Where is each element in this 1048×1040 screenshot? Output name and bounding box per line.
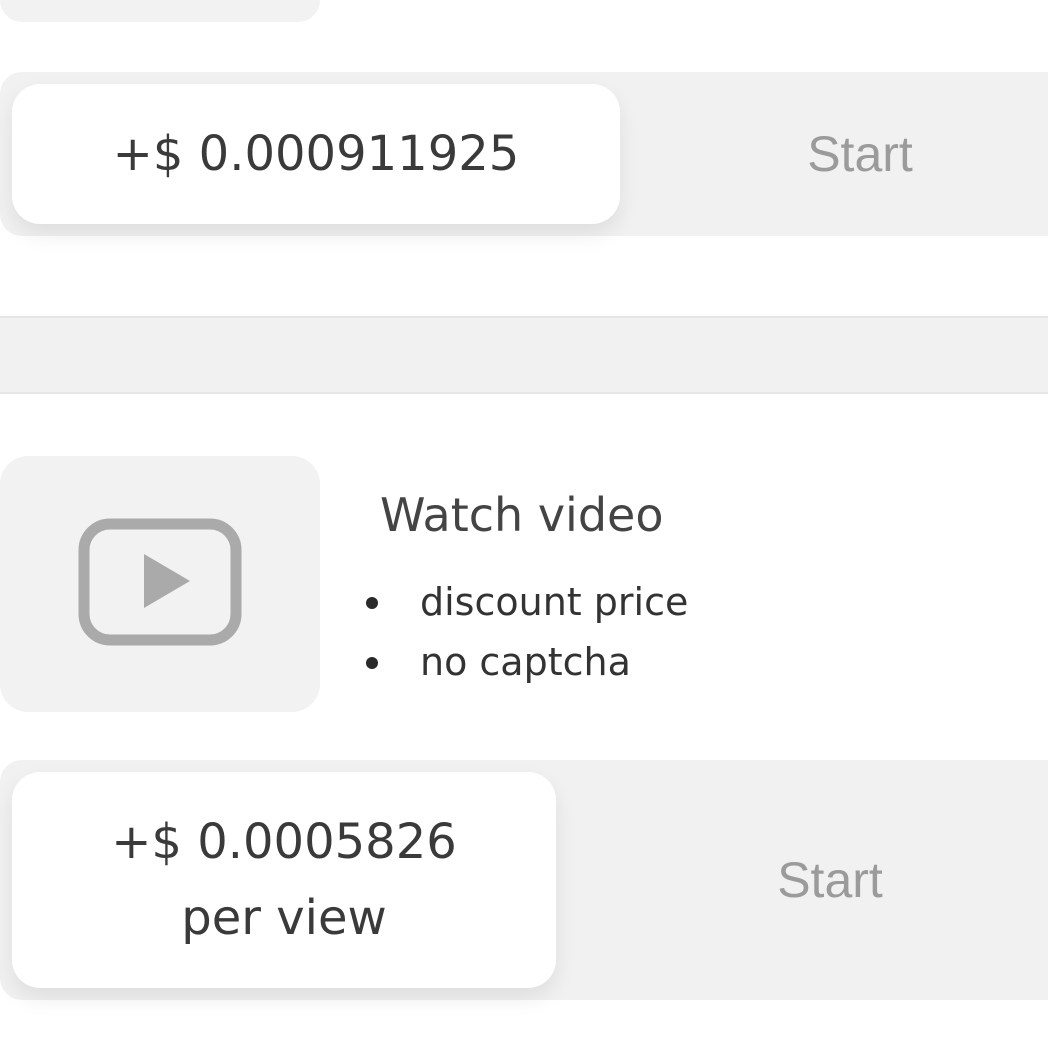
reward-amount: +$ 0.0005826 — [111, 814, 457, 870]
play-video-icon — [78, 518, 242, 646]
bullet-icon — [366, 597, 378, 609]
task-action-bar: +$ 0.0005826 per view Start — [0, 760, 1048, 1000]
previous-task-card-edge — [0, 0, 320, 22]
list-item: no captcha — [356, 632, 688, 692]
tasks-page: +$ 0.000911925 Start Watch video discoun… — [0, 0, 1048, 1040]
start-button-label: Start — [777, 852, 883, 908]
section-divider — [0, 316, 1048, 394]
reward-unit: per view — [181, 890, 387, 946]
start-button-label: Start — [807, 126, 913, 182]
feature-label: no captcha — [420, 640, 631, 684]
reward-amount: +$ 0.000911925 — [112, 126, 520, 182]
start-button[interactable]: Start — [650, 72, 1048, 236]
bullet-icon — [366, 657, 378, 669]
task-title: Watch video — [380, 488, 664, 542]
task-feature-list: discount price no captcha — [356, 572, 688, 692]
task-icon-tile — [0, 456, 320, 712]
list-item: discount price — [356, 572, 688, 632]
task-action-bar: +$ 0.000911925 Start — [0, 72, 1048, 236]
start-button[interactable]: Start — [590, 760, 1048, 1000]
reward-badge: +$ 0.0005826 per view — [12, 772, 556, 988]
reward-badge: +$ 0.000911925 — [12, 84, 620, 224]
feature-label: discount price — [420, 580, 689, 624]
